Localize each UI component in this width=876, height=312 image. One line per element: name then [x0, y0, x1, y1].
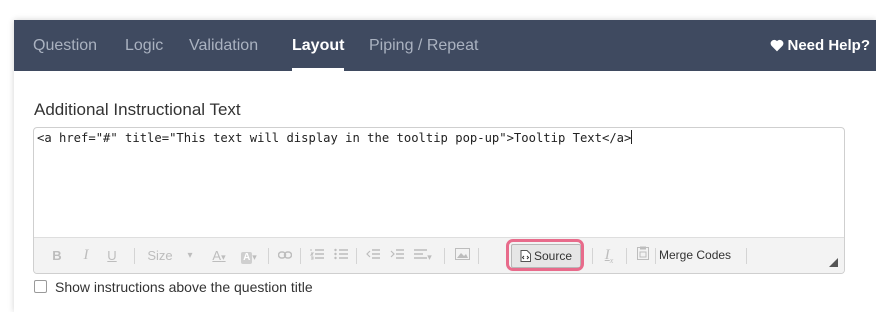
bulleted-list-icon[interactable]: [332, 238, 350, 273]
source-icon: [520, 250, 531, 262]
numbered-list-icon[interactable]: [308, 238, 326, 273]
top-nav: Question Logic Validation Layout Piping …: [14, 20, 876, 71]
tab-layout[interactable]: Layout: [292, 20, 345, 71]
size-dropdown[interactable]: Size: [144, 238, 176, 273]
bg-color-label: A: [241, 252, 253, 264]
text-color-label: A: [212, 248, 222, 263]
tab-logic[interactable]: Logic: [125, 20, 163, 71]
underline-button[interactable]: U: [102, 238, 122, 273]
show-above-title-checkbox[interactable]: [34, 280, 47, 293]
toolbar-separator: [300, 248, 301, 264]
toolbar-separator: [134, 248, 135, 264]
align-dropdown[interactable]: ▾: [411, 238, 435, 273]
chevron-down-icon: ▾: [221, 252, 226, 262]
resize-handle-icon[interactable]: [829, 258, 838, 267]
italic-button[interactable]: I: [76, 238, 96, 273]
text-color-button[interactable]: A▾: [208, 238, 230, 273]
question-editor-panel: Question Logic Validation Layout Piping …: [14, 20, 876, 312]
source-code-area[interactable]: <a href="#" title="This text will displa…: [37, 129, 840, 229]
remove-format-icon[interactable]: Ix: [600, 238, 618, 273]
toolbar-separator: [268, 248, 269, 264]
tab-piping-repeat[interactable]: Piping / Repeat: [369, 20, 478, 71]
toolbar-separator: [444, 248, 445, 264]
outdent-icon[interactable]: [364, 238, 382, 273]
align-left-icon: [414, 249, 428, 259]
indent-icon[interactable]: [388, 238, 406, 273]
rich-text-editor: <a href="#" title="This text will displa…: [33, 127, 845, 274]
paste-icon[interactable]: [634, 238, 652, 273]
source-code-text: <a href="#" title="This text will displa…: [37, 131, 632, 145]
active-tab-underline: [292, 68, 345, 71]
image-icon[interactable]: [452, 238, 472, 273]
toolbar-separator: [592, 248, 593, 264]
need-help-label: Need Help?: [787, 37, 870, 54]
link-icon[interactable]: [276, 238, 294, 273]
source-button[interactable]: Source: [511, 244, 581, 268]
toolbar-separator: [746, 248, 747, 264]
tab-validation[interactable]: Validation: [189, 20, 258, 71]
background-color-button[interactable]: A ▾: [238, 238, 260, 273]
heart-icon: [771, 39, 784, 52]
show-above-title-label: Show instructions above the question tit…: [55, 279, 313, 295]
tab-question[interactable]: Question: [33, 20, 97, 71]
text-caret: [631, 130, 633, 144]
toolbar-separator: [626, 248, 627, 264]
toolbar-separator: [478, 248, 479, 264]
chevron-down-icon: ▾: [252, 252, 257, 262]
show-above-title-option: Show instructions above the question tit…: [34, 279, 313, 297]
bold-button[interactable]: B: [47, 238, 67, 273]
chevron-down-icon: ▾: [427, 252, 432, 262]
need-help-link[interactable]: Need Help?: [770, 20, 870, 71]
chevron-down-icon: ▾: [187, 250, 193, 261]
source-label: Source: [533, 249, 573, 263]
size-label: Size: [147, 248, 173, 263]
toolbar-separator: [655, 248, 656, 264]
editor-toolbar: B I U Size ▾ A▾ A ▾ ▾ Source Ix Merge Co…: [34, 237, 844, 273]
toolbar-separator: [356, 248, 357, 264]
section-title: Additional Instructional Text: [34, 100, 241, 119]
merge-codes-button[interactable]: Merge Codes: [659, 238, 731, 273]
